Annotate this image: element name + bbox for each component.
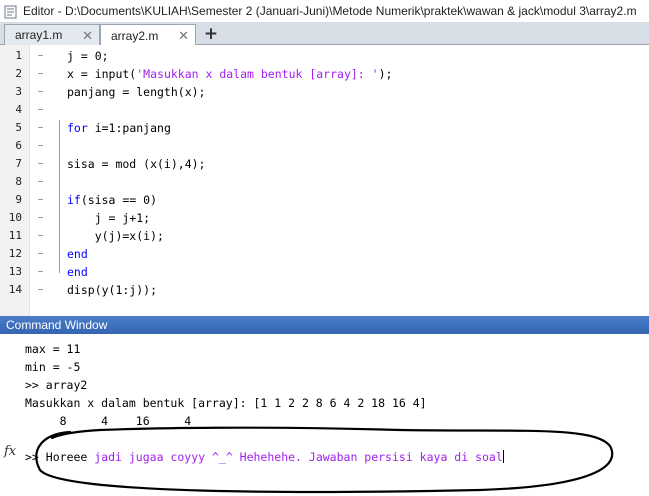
command-window-title: Command Window: [0, 316, 649, 334]
add-tab-button[interactable]: +: [198, 25, 224, 44]
code-line[interactable]: 6: [0, 137, 649, 155]
code-token: );: [378, 67, 393, 81]
code-line[interactable]: 8: [0, 173, 649, 191]
line-number: 13: [8, 265, 22, 278]
code-text: j = 0;: [67, 47, 109, 65]
code-line[interactable]: 14 disp(y(1:j));: [0, 281, 649, 299]
breakpoint-marker[interactable]: [38, 145, 43, 146]
breakpoint-marker[interactable]: [38, 181, 43, 182]
code-token: panjang = length(x);: [67, 85, 206, 99]
keyword: end: [67, 265, 88, 279]
line-number: 5: [15, 121, 22, 134]
code-text: for i=1:panjang: [67, 119, 171, 137]
code-editor[interactable]: 1 j = 0; 2 x = input('Masukkan x dalam bent…: [0, 45, 649, 316]
code-token: y(j)=x(i);: [67, 229, 164, 243]
line-number: 8: [15, 175, 22, 188]
code-line[interactable]: 4: [0, 101, 649, 119]
code-line[interactable]: 10 j = j+1;: [0, 209, 649, 227]
line-number: 6: [15, 139, 22, 152]
line-number: 2: [15, 67, 22, 80]
tab-label: array1.m: [15, 28, 63, 42]
code-token: j = j+1;: [67, 211, 151, 225]
code-text: panjang = length(x);: [67, 83, 205, 101]
line-number: 1: [15, 49, 22, 62]
code-token: disp(y(1:j));: [67, 283, 158, 297]
breakpoint-marker[interactable]: [38, 91, 43, 92]
breakpoint-marker[interactable]: [38, 109, 43, 110]
line-number: 4: [15, 103, 22, 116]
breakpoint-marker[interactable]: [38, 127, 43, 128]
code-text: if(sisa == 0): [67, 191, 157, 209]
line-number: 12: [8, 247, 22, 260]
code-line[interactable]: 1 j = 0;: [0, 47, 649, 65]
code-text: end: [67, 245, 88, 263]
fold-indicator: [59, 120, 60, 273]
code-token: sisa = mod (x(i),4);: [67, 157, 206, 171]
code-token: (sisa == 0): [80, 193, 158, 207]
breakpoint-marker[interactable]: [38, 73, 43, 74]
breakpoint-marker[interactable]: [38, 199, 43, 200]
code-text: disp(y(1:j));: [67, 281, 157, 299]
breakpoint-marker[interactable]: [38, 163, 43, 164]
code-line[interactable]: 12 end: [0, 245, 649, 263]
breakpoint-marker[interactable]: [38, 55, 43, 56]
line-number: 11: [8, 229, 22, 242]
code-token: j = 0;: [67, 49, 109, 63]
breakpoint-marker[interactable]: [38, 235, 43, 236]
line-number: 10: [8, 211, 22, 224]
code-line[interactable]: 5 for i=1:panjang: [0, 119, 649, 137]
close-icon[interactable]: ✕: [178, 28, 189, 44]
code-token: x = input(: [67, 67, 137, 81]
breakpoint-marker[interactable]: [38, 217, 43, 218]
code-text: sisa = mod (x(i),4);: [67, 155, 205, 173]
code-line[interactable]: 7 sisa = mod (x(i),4);: [0, 155, 649, 173]
code-text: y(j)=x(i);: [67, 227, 164, 245]
hand-drawn-circle-annotation: [35, 426, 614, 494]
tab-array2[interactable]: array2.m ✕: [100, 24, 196, 46]
keyword: for: [67, 121, 88, 135]
code-line[interactable]: 13 end: [0, 263, 649, 281]
editor-tab-strip: array1.m ✕ array2.m ✕ +: [0, 22, 649, 46]
close-icon[interactable]: ✕: [82, 28, 93, 44]
code-line[interactable]: 2 x = input('Masukkan x dalam bentuk [arr…: [0, 65, 649, 83]
matlab-editor-icon: [4, 4, 18, 19]
code-text: end: [67, 263, 88, 281]
breakpoint-marker[interactable]: [38, 253, 43, 254]
line-number: 14: [8, 283, 22, 296]
line-number: 9: [15, 193, 22, 206]
breakpoint-marker[interactable]: [38, 271, 43, 272]
code-text: x = input('Masukkan x dalam bentuk [arra…: [67, 65, 392, 83]
keyword: end: [67, 247, 88, 261]
command-window[interactable]: max = 11 min = -5 >> array2 Masukkan x d…: [0, 334, 649, 496]
window-title: Editor - D:\Documents\KULIAH\Semester 2 …: [23, 4, 637, 18]
tab-array1[interactable]: array1.m ✕: [4, 24, 100, 45]
code-line[interactable]: 9 if(sisa == 0): [0, 191, 649, 209]
code-text: j = j+1;: [67, 209, 150, 227]
code-line[interactable]: 11 y(j)=x(i);: [0, 227, 649, 245]
title-bar: Editor - D:\Documents\KULIAH\Semester 2 …: [0, 0, 649, 22]
line-number: 3: [15, 85, 22, 98]
breakpoint-marker[interactable]: [38, 289, 43, 290]
keyword: if: [67, 193, 81, 207]
code-token: i=1:panjang: [87, 121, 171, 135]
code-line[interactable]: 3 panjang = length(x);: [0, 83, 649, 101]
string-literal: 'Masukkan x dalam bentuk [array]: ': [136, 67, 379, 81]
line-number: 7: [15, 157, 22, 170]
tab-label: array2.m: [111, 28, 159, 43]
